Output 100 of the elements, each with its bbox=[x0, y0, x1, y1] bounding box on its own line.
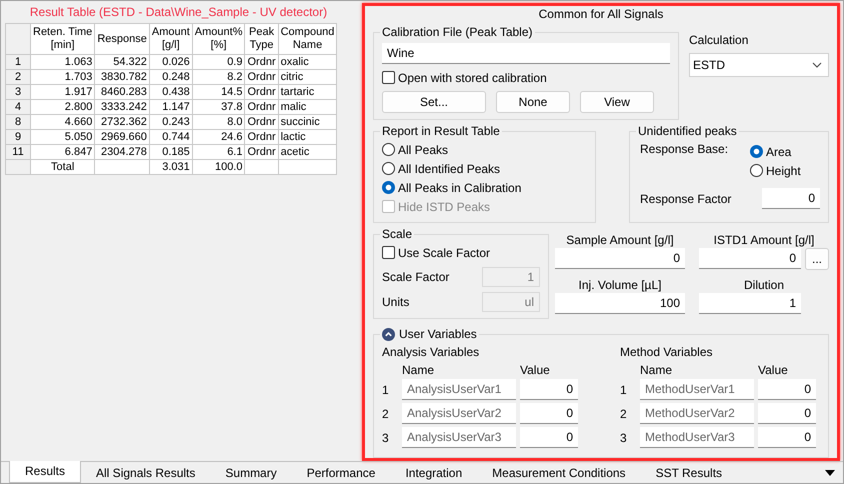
more-button[interactable]: ... bbox=[805, 248, 829, 270]
table-cell: Ordnr bbox=[244, 144, 278, 160]
variable-value-field[interactable]: 0 bbox=[758, 403, 816, 424]
variable-name-field[interactable]: AnalysisUserVar3 bbox=[402, 427, 516, 448]
units-label: Units bbox=[382, 295, 410, 309]
variable-value-field[interactable]: 0 bbox=[520, 379, 578, 400]
name-header: Name bbox=[402, 363, 436, 377]
calibration-button[interactable]: View bbox=[580, 91, 654, 113]
column-header[interactable]: Amount% [%] bbox=[192, 24, 245, 54]
table-cell: Ordnr bbox=[244, 114, 278, 130]
field-label: Inj. Volume [µL] bbox=[578, 278, 662, 292]
radio-button[interactable] bbox=[382, 143, 395, 156]
checkbox[interactable] bbox=[382, 246, 395, 259]
chevron-down-icon bbox=[812, 62, 822, 68]
table-cell: 2732.362 bbox=[94, 114, 150, 130]
calculation-dropdown[interactable]: ESTD bbox=[689, 53, 829, 77]
calculation-label: Calculation bbox=[689, 33, 750, 47]
column-header[interactable]: Amount [g/l] bbox=[149, 24, 192, 54]
table-cell: 0.185 bbox=[149, 144, 192, 160]
radio-button[interactable] bbox=[750, 145, 763, 158]
field-label: Sample Amount [g/l] bbox=[565, 233, 675, 248]
checkbox[interactable] bbox=[382, 71, 395, 84]
row-number: 3 bbox=[6, 84, 30, 100]
units-field[interactable]: ul bbox=[482, 292, 540, 312]
variable-value-field[interactable]: 0 bbox=[758, 427, 816, 448]
calibration-button[interactable]: Set... bbox=[382, 91, 486, 113]
table-cell: 6.1 bbox=[192, 144, 245, 160]
variable-name-field[interactable]: MethodUserVar3 bbox=[640, 427, 754, 448]
variable-name-field[interactable]: MethodUserVar1 bbox=[640, 379, 754, 400]
table-title: Result Table (ESTD - Data\Wine_Sample - UV detector) bbox=[28, 4, 328, 21]
collapse-icon[interactable] bbox=[382, 328, 395, 340]
table-cell: 1.063 bbox=[30, 54, 95, 70]
radio-label: All Peaks in Calibration bbox=[398, 180, 522, 194]
table-cell: 0.248 bbox=[149, 70, 192, 84]
amount-field[interactable]: 0 bbox=[699, 248, 801, 269]
radio-button[interactable] bbox=[382, 181, 395, 194]
row-number: 2 bbox=[620, 406, 628, 420]
table-cell: 8.2 bbox=[192, 70, 245, 84]
table-cell: Ordnr bbox=[244, 54, 278, 70]
tab[interactable]: All Signals Results bbox=[81, 463, 210, 483]
radio-button[interactable] bbox=[750, 164, 763, 177]
scale-factor-field[interactable]: 1 bbox=[482, 267, 540, 287]
row-number: 9 bbox=[6, 130, 30, 144]
table-cell: Ordnr bbox=[244, 70, 278, 84]
table-cell: 2969.660 bbox=[94, 130, 150, 144]
variable-value-field[interactable]: 0 bbox=[520, 403, 578, 424]
table-cell: 4.660 bbox=[30, 114, 95, 130]
table-cell: 3.031 bbox=[149, 160, 192, 174]
variable-value-field[interactable]: 0 bbox=[520, 427, 578, 448]
total-label: Total bbox=[30, 160, 95, 174]
radio-button[interactable] bbox=[382, 162, 395, 175]
row-number: 2 bbox=[382, 406, 390, 420]
table-cell: 0.744 bbox=[149, 130, 192, 144]
tab[interactable]: SST Results bbox=[640, 463, 738, 483]
checkbox-label: Use Scale Factor bbox=[398, 246, 490, 260]
tab[interactable]: Measurement Conditions bbox=[477, 463, 641, 483]
radio-label: All Identified Peaks bbox=[398, 162, 500, 176]
dropdown-arrow-icon[interactable] bbox=[825, 470, 835, 476]
column-header[interactable]: Reten. Time [min] bbox=[30, 24, 95, 54]
table-cell: 8.0 bbox=[192, 114, 245, 130]
row-number: 4 bbox=[6, 100, 30, 114]
column-header[interactable]: Peak Type bbox=[244, 24, 278, 54]
table-cell: 14.5 bbox=[192, 84, 245, 100]
variable-name-field[interactable]: AnalysisUserVar2 bbox=[402, 403, 516, 424]
variable-value-field[interactable]: 0 bbox=[758, 379, 816, 400]
table-cell: 6.847 bbox=[30, 144, 95, 160]
amount-field[interactable]: 100 bbox=[555, 292, 685, 314]
table-cell: 0.438 bbox=[149, 84, 192, 100]
table-cell: lactic bbox=[278, 130, 337, 144]
name-header: Name bbox=[640, 363, 674, 377]
amount-field[interactable]: 0 bbox=[555, 248, 685, 269]
group-label: Calibration File (Peak Table) bbox=[381, 25, 534, 39]
table-cell: 0.026 bbox=[149, 54, 192, 70]
table-cell: 0.243 bbox=[149, 114, 192, 130]
calibration-button[interactable]: None bbox=[496, 91, 570, 113]
table-cell: 100.0 bbox=[192, 160, 245, 174]
row-number: 1 bbox=[6, 54, 30, 70]
tab[interactable]: Integration bbox=[390, 463, 478, 483]
field-label: ISTD1 Amount [g/l] bbox=[712, 233, 816, 248]
column-header[interactable]: Response bbox=[94, 24, 150, 54]
calibration-file-field[interactable]: Wine bbox=[382, 43, 670, 64]
variable-name-field[interactable]: MethodUserVar2 bbox=[640, 403, 754, 424]
header-cell bbox=[6, 24, 30, 54]
response-factor-field[interactable]: 0 bbox=[762, 188, 820, 209]
group-label: Scale bbox=[381, 227, 414, 241]
tab[interactable]: Summary bbox=[210, 463, 292, 483]
column-header[interactable]: Compound Name bbox=[278, 24, 337, 54]
table-cell: Ordnr bbox=[244, 84, 278, 100]
tab[interactable]: Results bbox=[9, 461, 82, 483]
row-number: 1 bbox=[620, 382, 628, 396]
row-number: 3 bbox=[620, 430, 628, 444]
amount-field[interactable]: 1 bbox=[699, 292, 801, 314]
radio-label: All Peaks bbox=[398, 142, 448, 156]
scale-factor-label: Scale Factor bbox=[382, 270, 450, 284]
row-number: 3 bbox=[382, 430, 390, 444]
table-cell: 1.703 bbox=[30, 70, 95, 84]
variable-name-field[interactable]: AnalysisUserVar1 bbox=[402, 379, 516, 400]
table-cell: 8460.283 bbox=[94, 84, 150, 100]
group-label: Report in Result Table bbox=[381, 124, 501, 138]
tab[interactable]: Performance bbox=[292, 463, 390, 483]
